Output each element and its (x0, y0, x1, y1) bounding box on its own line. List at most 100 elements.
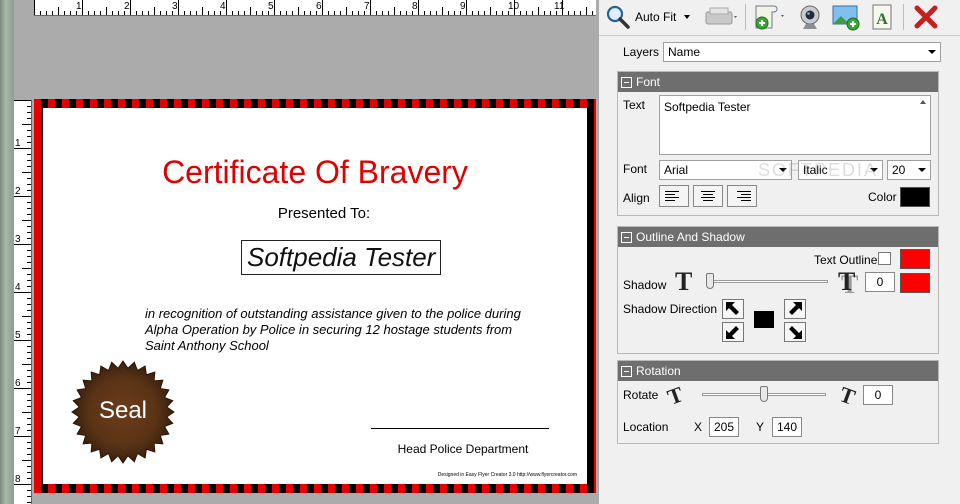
text-input-value: Softpedia Tester (664, 100, 751, 114)
ruler-number: 3 (172, 1, 178, 12)
align-center-button[interactable] (693, 185, 723, 207)
signature-line (371, 428, 549, 429)
svg-text:A: A (876, 11, 888, 28)
outline-color-swatch[interactable] (900, 249, 930, 269)
ruler-number: 8 (412, 1, 418, 12)
ruler-number: 6 (15, 378, 21, 389)
collapse-icon[interactable] (621, 231, 632, 243)
y-value-box[interactable]: 140 (772, 417, 802, 437)
chevron-down-icon (684, 15, 691, 19)
shadow-color-swatch[interactable] (900, 273, 930, 293)
font-group-header[interactable]: Font (618, 72, 938, 92)
ruler-number: 7 (15, 426, 21, 437)
ruler-number: 10 (508, 1, 520, 12)
ruler-number: 3 (15, 234, 21, 245)
outline-group-header[interactable]: Outline And Shadow (618, 227, 938, 247)
shadow-dir-topleft-icon[interactable] (722, 299, 744, 319)
recipient-name[interactable]: Softpedia Tester (241, 240, 442, 275)
font-color-swatch[interactable] (900, 187, 930, 207)
watermark-text: SOFTPEDIA (758, 160, 879, 180)
location-label: Location (623, 420, 669, 434)
textarea-resize-icon[interactable] (920, 100, 926, 104)
vertical-ruler-ticks (14, 100, 31, 503)
align-label: Align (623, 191, 650, 205)
rotate-right-icon: T (836, 381, 859, 410)
text-outline-label: Text Outline (814, 253, 878, 267)
certificate-title[interactable]: Certificate Of Bravery (43, 154, 587, 191)
certificate-description[interactable]: in recognition of outstanding assistance… (145, 306, 525, 354)
shadow-min-icon: T (675, 267, 693, 296)
shadow-slider-thumb[interactable] (706, 273, 714, 289)
y-value: 140 (776, 420, 798, 434)
collapse-icon[interactable] (621, 76, 632, 88)
design-canvas[interactable]: 1 2 3 4 5 6 7 8 9 10 11 1 2 3 4 5 6 7 8 … (0, 0, 598, 504)
toolbar-separator (903, 4, 904, 30)
text-input[interactable]: Softpedia Tester (659, 95, 931, 155)
shadow-dir-topright-icon[interactable] (784, 299, 806, 319)
add-text-icon[interactable]: A (865, 2, 899, 32)
shadow-value: 0 (876, 275, 884, 289)
add-image-icon[interactable] (829, 2, 863, 32)
x-value: 205 (713, 420, 735, 434)
certificate-page[interactable]: Certificate Of Bravery Presented To: Sof… (34, 99, 596, 493)
ruler-number: 4 (15, 282, 21, 293)
shadow-max-icon: T (838, 267, 856, 296)
certificate-body: Certificate Of Bravery Presented To: Sof… (43, 108, 587, 484)
collapse-icon[interactable] (621, 365, 632, 377)
y-label: Y (756, 420, 765, 434)
font-group-title: Font (636, 75, 661, 89)
shadow-slider-track[interactable] (706, 280, 828, 283)
align-left-button[interactable] (659, 185, 689, 207)
window-edge (0, 0, 14, 504)
outline-shadow-group: Outline And Shadow Text Outline Shadow T… (617, 226, 939, 354)
seal-label: Seal (98, 397, 148, 424)
rotate-value-box[interactable]: 0 (863, 385, 893, 405)
layers-label: Layers (623, 45, 660, 59)
font-size-value: 20 (892, 163, 906, 177)
rotate-left-icon: T (663, 381, 687, 410)
align-right-button[interactable] (727, 185, 757, 207)
layers-dropdown[interactable]: Name (663, 42, 941, 62)
shadow-direction-label: Shadow Direction (623, 302, 718, 316)
delete-icon[interactable] (909, 2, 943, 32)
add-page-icon[interactable] (749, 2, 789, 32)
print-icon[interactable] (701, 2, 741, 32)
font-group: Font Text Softpedia Tester Font Arial It… (617, 71, 939, 216)
rotate-label: Rotate (623, 388, 659, 402)
toolbar-separator (745, 4, 746, 30)
webcam-icon[interactable] (793, 2, 827, 32)
presented-to-text[interactable]: Presented To: (43, 205, 587, 222)
ruler-number: 1 (15, 138, 21, 149)
rotation-group-header[interactable]: Rotation (618, 361, 938, 381)
properties-panel: Auto Fit A Layers Name Font Text Softped… (598, 0, 960, 504)
zoom-icon[interactable] (603, 2, 633, 32)
ruler-number: 8 (15, 474, 21, 485)
font-size-dropdown[interactable]: 20 (887, 160, 931, 180)
signature-title[interactable]: Head Police Department (373, 442, 553, 456)
autofit-dropdown[interactable]: Auto Fit (635, 2, 697, 32)
shadow-dir-bottomleft-icon[interactable] (722, 322, 744, 342)
text-label: Text (623, 98, 646, 112)
x-value-box[interactable]: 205 (709, 417, 739, 437)
x-label: X (694, 420, 703, 434)
rotation-group-title: Rotation (636, 364, 681, 378)
ruler-number: 6 (316, 1, 322, 12)
text-outline-checkbox[interactable] (878, 252, 891, 265)
autofit-label: Auto Fit (635, 10, 677, 24)
font-label: Font (623, 162, 648, 176)
ruler-number: 4 (220, 1, 226, 12)
toolbar: Auto Fit A (599, 0, 960, 36)
vertical-ruler: 1 2 3 4 5 6 7 8 (14, 100, 32, 504)
ruler-number: 5 (15, 330, 21, 341)
rotate-value: 0 (874, 388, 882, 402)
shadow-value-box[interactable]: 0 (865, 272, 895, 292)
rotation-group: Rotation Rotate T T 0 Location X 205 Y 1… (617, 360, 939, 444)
ruler-number: 2 (124, 1, 130, 12)
rotate-slider-thumb[interactable] (760, 386, 768, 402)
shadow-dir-bottomright-icon[interactable] (784, 322, 806, 342)
ruler-number: 2 (15, 186, 21, 197)
ruler-number: 11 (554, 1, 565, 12)
ruler-number: 1 (76, 1, 82, 12)
shadow-label: Shadow (623, 278, 667, 292)
horizontal-ruler: 1 2 3 4 5 6 7 8 9 10 11 (34, 0, 596, 16)
